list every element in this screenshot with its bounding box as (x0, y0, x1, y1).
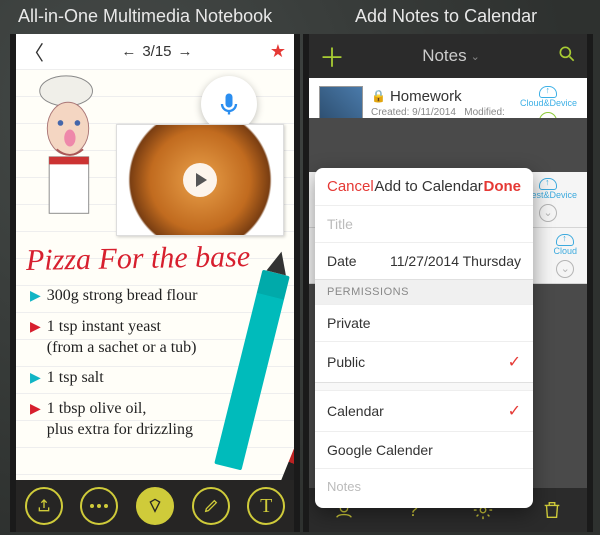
favorite-star-icon[interactable]: ★ (270, 41, 286, 62)
right-phone: ＋ Notes ⌄ 🔒 Homework Created: 9/11/2014 (303, 34, 593, 532)
popup-title: Add to Calendar (374, 178, 482, 195)
permissions-header: PERMISSIONS (315, 279, 533, 304)
left-toolbar: T (16, 480, 294, 532)
back-button[interactable]: 〈 (24, 37, 44, 66)
right-header: Add Notes to Calendar (355, 6, 537, 27)
recipe-title: Pizza For the base (26, 240, 251, 278)
bullet-icon: ▶ (30, 288, 41, 306)
calendar-row[interactable]: Calendar ✓ (315, 390, 533, 431)
list-item: ▶300g strong bread flour (30, 286, 197, 307)
pen-tool-button[interactable] (136, 487, 174, 525)
bullet-icon: ▶ (30, 370, 41, 388)
pager-next-icon[interactable]: → (178, 43, 193, 60)
pencil-graphic (214, 270, 290, 471)
divider (315, 382, 533, 390)
date-row[interactable]: Date 11/27/2014 Thursday (315, 242, 533, 279)
add-button[interactable]: ＋ (319, 38, 345, 75)
add-to-calendar-popup: Cancel Add to Calendar Done Title Date 1… (315, 168, 533, 508)
pizza-video-thumbnail[interactable] (116, 124, 284, 236)
cloud-status-icon: Cloud (553, 234, 577, 256)
left-header: All-in-One Multimedia Notebook (18, 6, 272, 27)
ingredient-list: ▶300g strong bread flour ▶1 tsp instant … (30, 286, 197, 451)
pager-counter: 3/15 (142, 43, 171, 60)
list-item: ▶1 tsp instant yeast (from a sachet or a… (30, 317, 197, 359)
left-phone: 〈 ← 3/15 → ★ (10, 34, 300, 532)
play-icon[interactable] (183, 163, 217, 197)
date-value: 11/27/2014 Thursday (390, 253, 521, 269)
list-item: ▶1 tsp salt (30, 368, 197, 389)
cancel-button[interactable]: Cancel (327, 178, 374, 195)
expand-icon[interactable]: ⌄ (556, 260, 574, 278)
share-button[interactable] (25, 487, 63, 525)
notes-field[interactable]: Notes (315, 468, 533, 508)
more-button[interactable] (80, 487, 118, 525)
lock-icon: 🔒 (371, 89, 386, 103)
pager[interactable]: ← 3/15 → (52, 43, 262, 60)
cloud-status-icon: Cloud&Device (520, 86, 577, 108)
bullet-icon: ▶ (30, 319, 41, 337)
search-button[interactable] (557, 44, 577, 69)
expand-icon[interactable]: ⌄ (539, 204, 557, 222)
chevron-down-icon: ⌄ (471, 50, 480, 63)
permission-public-row[interactable]: Public ✓ (315, 341, 533, 382)
left-screen: 〈 ← 3/15 → ★ (16, 34, 294, 532)
permission-private-row[interactable]: Private (315, 304, 533, 341)
created-label: Created: 9/11/2014 (371, 107, 456, 118)
text-tool-button[interactable]: T (247, 487, 285, 525)
google-calendar-row[interactable]: Google Calender (315, 431, 533, 468)
chef-illustration (20, 74, 116, 234)
title-field[interactable]: Title (315, 205, 533, 242)
list-item: ▶1 tbsp olive oil, plus extra for drizzl… (30, 399, 197, 441)
bullet-icon: ▶ (30, 401, 41, 419)
note-canvas[interactable]: Pizza For the base ▶300g strong bread fl… (16, 70, 294, 490)
done-button[interactable]: Done (483, 178, 521, 195)
pencil-tool-button[interactable] (192, 487, 230, 525)
pager-prev-icon[interactable]: ← (121, 43, 136, 60)
notes-dropdown[interactable]: Notes ⌄ (422, 46, 480, 66)
check-icon: ✓ (508, 352, 521, 372)
note-title: Homework (390, 88, 462, 105)
right-screen: ＋ Notes ⌄ 🔒 Homework Created: 9/11/2014 (309, 34, 587, 532)
check-icon: ✓ (508, 401, 521, 421)
date-label: Date (327, 253, 357, 269)
right-topbar: ＋ Notes ⌄ (309, 34, 587, 78)
